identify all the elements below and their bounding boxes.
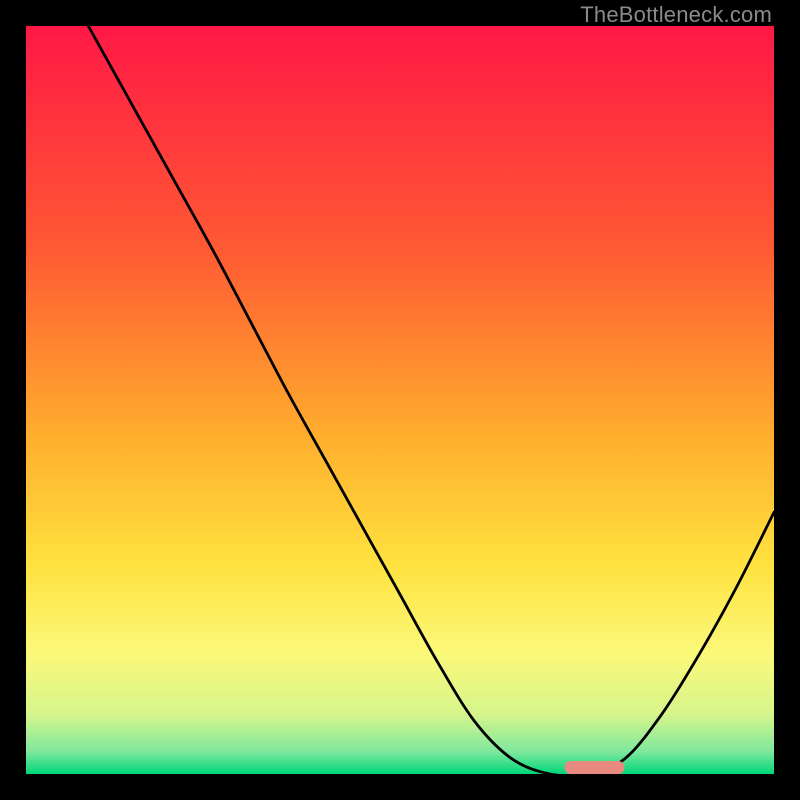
optimal-marker (565, 761, 625, 774)
gradient-background (26, 26, 774, 774)
watermark-text: TheBottleneck.com (580, 2, 772, 28)
bottleneck-chart (26, 26, 774, 774)
chart-frame (26, 26, 774, 774)
